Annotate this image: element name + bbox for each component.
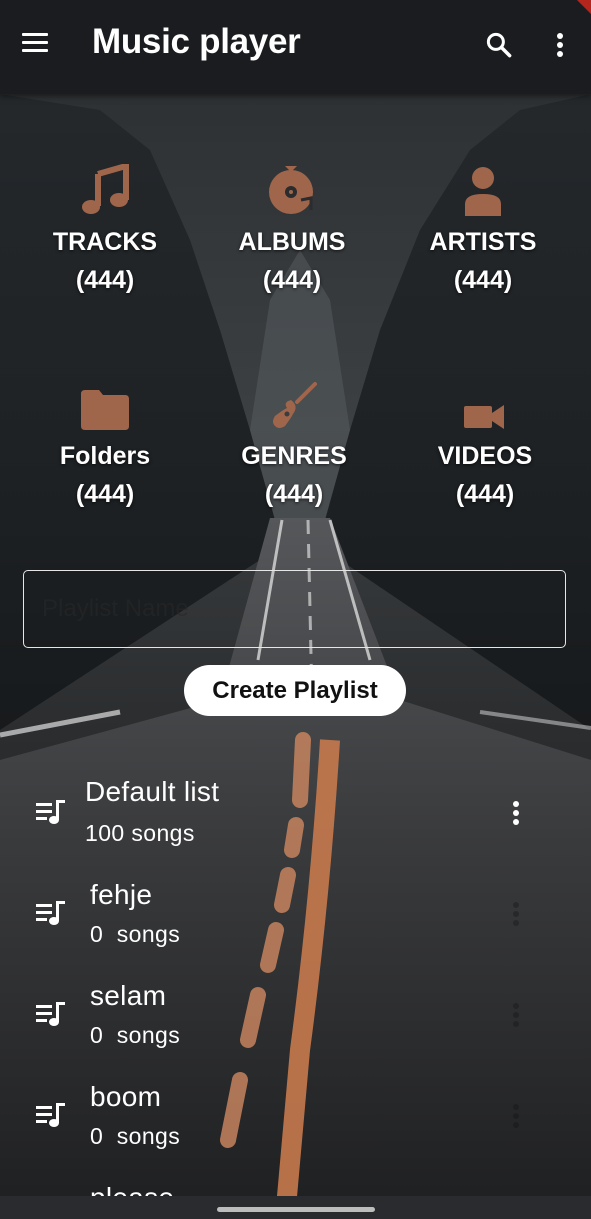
more-vert-icon[interactable]: [508, 1000, 524, 1030]
guitar-icon: [273, 382, 317, 428]
category-videos[interactable]: VIDEOS (444): [405, 374, 565, 510]
more-vert-icon[interactable]: [508, 1101, 524, 1131]
playlist-name: boom: [90, 1081, 162, 1112]
category-label: TRACKS: [52, 228, 158, 256]
queue-music-icon: [36, 1002, 65, 1026]
category-label: GENRES: [241, 442, 347, 470]
category-count: (444): [75, 480, 135, 508]
category-artists[interactable]: ARTISTS (444): [403, 160, 563, 296]
list-item[interactable]: fehje 0 songs: [0, 871, 591, 971]
playlist-name-input[interactable]: [23, 570, 566, 648]
category-folders[interactable]: Folders (444): [25, 374, 185, 510]
category-count: (444): [455, 480, 515, 508]
playlist-count: 0 songs: [90, 1123, 181, 1149]
videocam-icon: [464, 405, 504, 429]
playlist-count: 100 songs: [85, 820, 195, 846]
category-count: (444): [75, 266, 135, 294]
queue-music-icon: [36, 1103, 65, 1127]
playlist-name: fehje: [90, 879, 153, 910]
playlist-name: selam: [90, 980, 167, 1011]
folder-icon: [81, 390, 129, 430]
category-genres[interactable]: GENRES (444): [214, 374, 374, 510]
create-playlist-button[interactable]: Create Playlist: [184, 665, 406, 716]
playlist-count: 0 songs: [90, 1022, 181, 1048]
more-vert-icon[interactable]: [508, 899, 524, 929]
person-icon: [465, 167, 501, 216]
more-vert-icon[interactable]: [548, 30, 572, 60]
list-item[interactable]: boom 0 songs: [0, 1073, 591, 1173]
list-item[interactable]: Default list 100 songs: [0, 770, 591, 870]
category-tracks[interactable]: TRACKS (444): [25, 160, 185, 296]
playlist-count: 0 songs: [90, 921, 181, 947]
queue-music-icon: [36, 901, 65, 925]
search-icon[interactable]: [484, 30, 514, 60]
category-count: (444): [453, 266, 513, 294]
category-label: Folders: [59, 442, 151, 470]
app-title: Music player: [92, 22, 301, 61]
app-bar: Music player: [0, 0, 591, 94]
corner-badge: [577, 0, 591, 14]
category-label: VIDEOS: [437, 442, 533, 470]
album-icon: [269, 166, 313, 214]
music-note-icon: [82, 164, 129, 214]
category-count: (444): [262, 266, 322, 294]
category-albums[interactable]: ALBUMS (444): [212, 160, 372, 296]
category-count: (444): [264, 480, 324, 508]
category-label: ALBUMS: [238, 228, 346, 256]
queue-music-icon: [36, 800, 65, 824]
menu-icon[interactable]: [22, 33, 48, 55]
playlist-name: Default list: [85, 776, 220, 807]
list-item[interactable]: selam 0 songs: [0, 972, 591, 1072]
gesture-handle[interactable]: [217, 1207, 375, 1212]
category-label: ARTISTS: [429, 228, 537, 256]
more-vert-icon[interactable]: [508, 798, 524, 828]
